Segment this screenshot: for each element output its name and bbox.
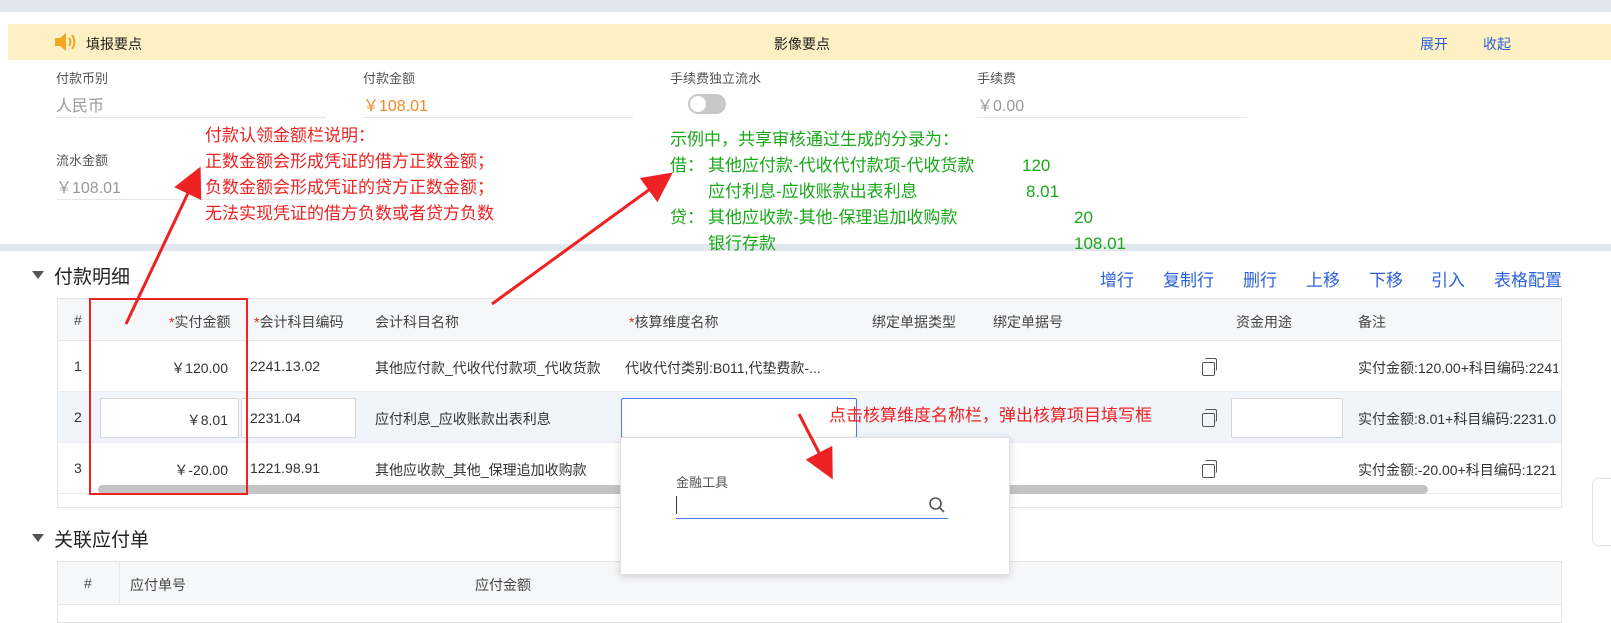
side-float-widget[interactable] [1592,478,1611,546]
table-row[interactable]: 2 ￥8.01 2231.04 应付利息_应收账款出表利息 实付金额:8.01+… [58,392,1561,443]
caret-down-icon[interactable] [32,271,44,279]
column-divider [119,562,120,604]
dimension-input[interactable] [621,398,857,438]
note-line: 付款认领金额栏说明： [205,126,375,145]
note-title: 示例中，共享审核通过生成的分录为： [670,130,959,149]
entry-text: 应付利息-应收账款出表利息 [708,182,918,201]
copy-icon[interactable] [1202,409,1217,427]
fee-flow-toggle[interactable] [688,94,726,114]
row-remark: 实付金额:8.01+科目编码:2231.0 [1358,411,1557,427]
amount-column-note: 付款认领金额栏说明： 正数金额会形成凭证的借方正数金额； 负数金额会形成凭证的贷… [205,123,494,227]
col-payable-amount: 应付金额 [475,577,531,593]
fee-label: 手续费 [977,71,1017,86]
amount-underline [363,117,633,118]
copy-icon[interactable] [1202,460,1217,478]
entry-text: 银行存款 [708,234,776,253]
entry-line: 应付利息-应收账款出表利息 8.01 [670,179,1140,205]
col-dimension: *核算维度名称 [629,314,719,330]
entry-text: 其他应收款-其他-保理追加收购款 [708,208,958,227]
image-tips-label: 影像要点 [774,36,830,52]
note-line: 正数金额会形成凭证的借方正数金额； [205,152,494,171]
entry-line: 银行存款 108.01 [670,231,1140,257]
related-payable-title: 关联应付单 [54,530,150,551]
toggle-knob [690,96,706,112]
move-down-button[interactable]: 下移 [1369,266,1403,291]
tip-bar: 填报要点 影像要点 展开 收起 [8,24,1611,60]
fill-tips-label: 填报要点 [86,36,142,52]
entry-line: 贷： 其他应收款-其他-保理追加收购款 20 [670,205,1140,231]
row-no: 2 [74,409,82,425]
col-account-code: *会计科目编码 [254,314,344,330]
text-cursor [676,496,677,514]
row-account-code[interactable]: 1221.98.91 [250,460,320,476]
row-account-name[interactable]: 其他应收款_其他_保理追加收购款 [375,460,587,480]
accounting-item-popup: 金融工具 [620,437,1010,575]
amount-value[interactable]: ￥108.01 [363,92,428,116]
col-bind-no: 绑定单据号 [993,314,1063,330]
voucher-entry-note: 示例中，共享审核通过生成的分录为： 借： 其他应付款-代收代付款项-代收货款 120… [670,127,1140,257]
delete-row-button[interactable]: 删行 [1243,266,1277,291]
col-account-code-text: 会计科目编码 [259,314,344,330]
entry-line: 借： 其他应付款-代收代付款项-代收货款 120 [670,153,1140,179]
currency-underline [56,117,326,118]
entry-amount: 20 [1074,208,1093,227]
table-header: # *实付金额 *会计科目编码 会计科目名称 *核算维度名称 绑定单据类型 绑定… [58,299,1561,341]
top-strip [0,0,1611,12]
account-code-input-value: 2231.04 [250,410,301,426]
col-bill-no: 应付单号 [130,577,186,593]
currency-label: 付款币别 [56,71,109,86]
row-dimension[interactable]: 代收代付类别:B011,代垫费款-... [625,358,821,378]
financial-instrument-label: 金融工具 [676,475,729,490]
col-account-name: 会计科目名称 [375,314,459,330]
entry-amount: 8.01 [1026,182,1060,201]
col-bind-type: 绑定单据类型 [872,314,956,330]
entry-amount: 108.01 [1074,234,1126,253]
flow-amount-value[interactable]: ￥108.01 [56,174,121,198]
row-account-name[interactable]: 其他应付款_代收代付款项_代收货款 [375,358,601,378]
row-account-name[interactable]: 应付利息_应收账款出表利息 [375,409,551,429]
note-line: 负数金额会形成凭证的贷方正数金额； [205,178,494,197]
payment-detail-title: 付款明细 [54,267,131,288]
financial-instrument-input[interactable] [676,494,948,519]
import-button[interactable]: 引入 [1431,266,1465,291]
search-icon[interactable] [928,496,946,514]
account-code-input[interactable]: 2231.04 [241,398,356,438]
col-dimension-text: 核算维度名称 [634,314,719,330]
copy-row-button[interactable]: 复制行 [1163,266,1214,291]
note-line: 无法实现凭证的借方负数或者贷方负数 [205,204,494,223]
amount-column-highlight [89,298,248,495]
add-row-button[interactable]: 增行 [1100,266,1134,291]
row-no: 3 [74,460,82,476]
popup-hint-note: 点击核算维度名称栏，弹出核算项目填写框 [829,406,1152,425]
fee-flow-label: 手续费独立流水 [670,71,762,86]
col-remark: 备注 [1358,314,1386,330]
row-remark: 实付金额:120.00+科目编码:2241 [1358,360,1558,376]
collapse-link[interactable]: 收起 [1483,34,1511,54]
entry-text: 其他应付款-代收代付款项-代收货款 [708,156,975,175]
row-remark: 实付金额:-20.00+科目编码:1221 [1358,462,1557,478]
entry-prefix: 贷： [670,208,704,227]
fee-underline [977,117,1247,118]
arrow-to-entry-note [491,172,673,306]
fee-value[interactable]: ￥0.00 [977,92,1024,116]
copy-icon[interactable] [1202,358,1217,376]
entry-amount: 120 [1022,156,1051,175]
col-no: # [74,312,82,328]
row-account-code[interactable]: 2241.13.02 [250,358,320,374]
currency-value[interactable]: 人民币 [56,92,104,116]
amount-label: 付款金额 [363,71,416,86]
caret-down-icon[interactable] [32,534,44,542]
flow-amount-label: 流水金额 [56,153,109,168]
table-row[interactable]: 1 ￥120.00 2241.13.02 其他应付款_代收代付款项_代收货款 代… [58,341,1561,392]
entry-prefix: 借： [670,156,704,175]
table-config-button[interactable]: 表格配置 [1494,266,1562,291]
col-no: # [84,575,92,591]
col-fund-use: 资金用途 [1236,314,1292,330]
expand-link[interactable]: 展开 [1420,34,1448,54]
move-up-button[interactable]: 上移 [1306,266,1340,291]
speaker-icon [55,33,76,51]
fund-use-input[interactable] [1231,398,1343,438]
row-no: 1 [74,358,82,374]
